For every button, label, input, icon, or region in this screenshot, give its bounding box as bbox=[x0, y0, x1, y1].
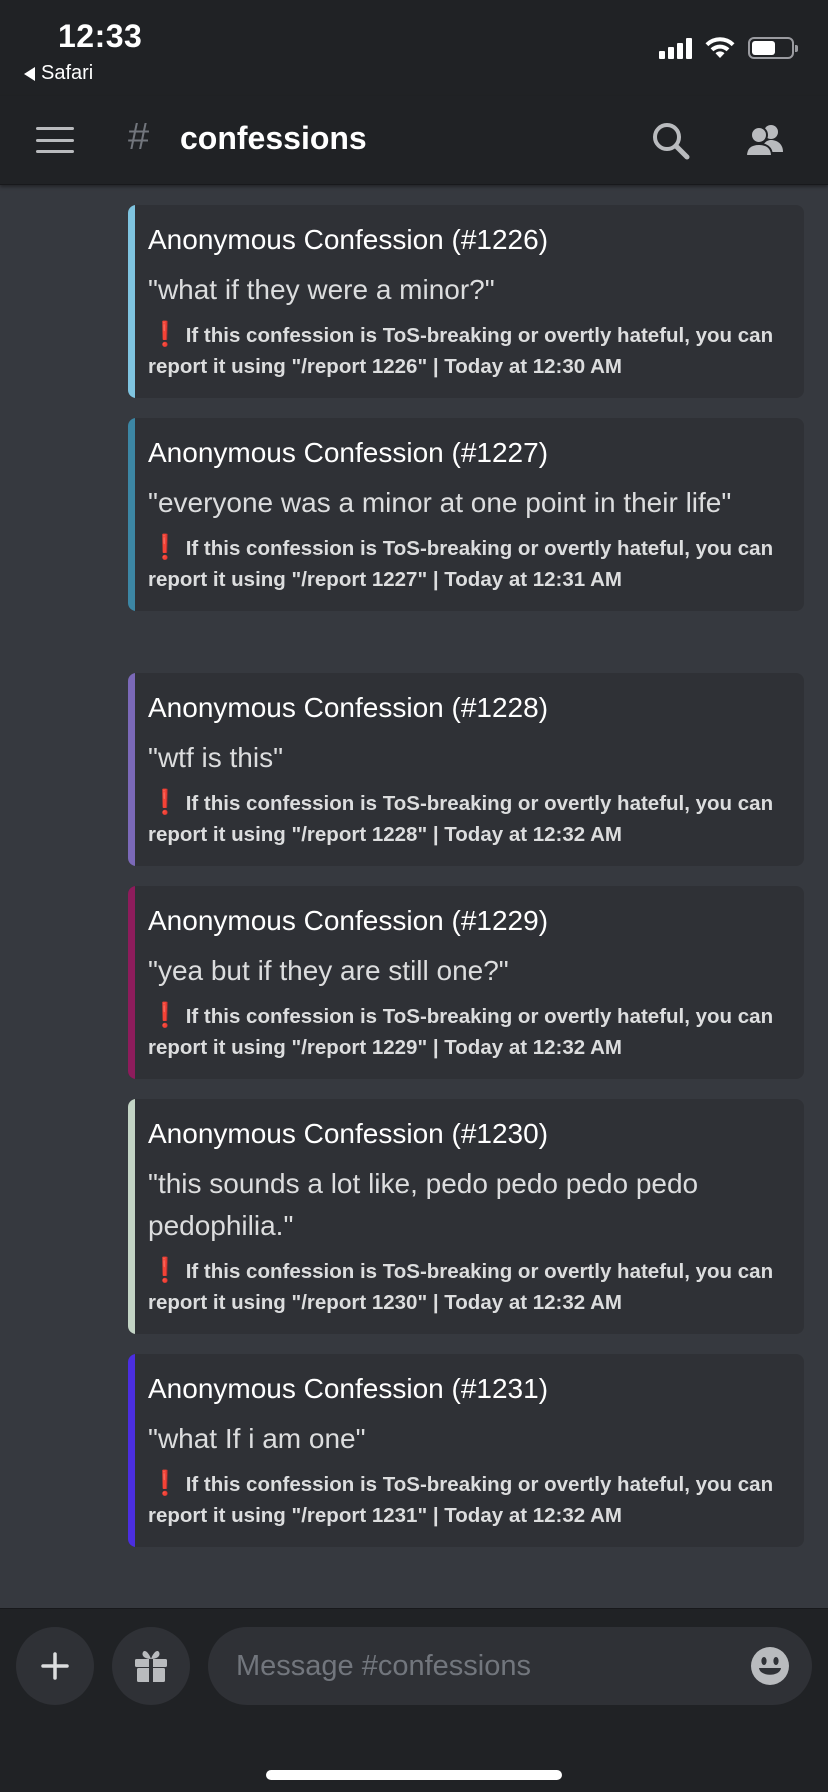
channel-header: # confessions bbox=[0, 96, 828, 185]
emoji-icon bbox=[751, 1647, 789, 1685]
cellular-signal-icon bbox=[659, 37, 692, 59]
warning-icon: ❗ bbox=[150, 1257, 180, 1284]
confession-embed: Anonymous Confession (#1231) "what If i … bbox=[128, 1354, 804, 1547]
confession-embed: Anonymous Confession (#1228) "wtf is thi… bbox=[128, 673, 804, 866]
embed-color-bar bbox=[128, 418, 135, 611]
warning-icon: ❗ bbox=[150, 1002, 180, 1029]
warning-icon: ❗ bbox=[150, 1470, 180, 1497]
embed-footer: ❗ If this confession is ToS-breaking or … bbox=[148, 319, 784, 382]
status-time: 12:33 bbox=[58, 18, 143, 54]
embed-color-bar bbox=[128, 673, 135, 866]
embed-text: "what if they were a minor?" bbox=[148, 274, 495, 305]
members-icon bbox=[744, 125, 783, 157]
message-composer: Message #confessions bbox=[0, 1608, 828, 1719]
embed-text: "yea but if they are still one?" bbox=[148, 955, 509, 986]
embed-footer: ❗ If this confession is ToS-breaking or … bbox=[148, 1000, 784, 1063]
back-app-label: Safari bbox=[41, 62, 94, 84]
message-input[interactable]: Message #confessions bbox=[208, 1627, 812, 1705]
embed-title: Anonymous Confession (#1230) bbox=[148, 1118, 549, 1149]
menu-icon[interactable] bbox=[36, 127, 74, 153]
embed-title: Anonymous Confession (#1231) bbox=[148, 1373, 549, 1404]
embed-text: "wtf is this" bbox=[148, 742, 284, 773]
search-button[interactable] bbox=[648, 118, 694, 164]
home-indicator[interactable] bbox=[266, 1770, 562, 1780]
embed-text: "everyone was a minor at one point in th… bbox=[148, 487, 732, 518]
embed-footer: ❗ If this confession is ToS-breaking or … bbox=[148, 532, 784, 595]
embed-color-bar bbox=[128, 1354, 135, 1547]
embed-footer-text: If this confession is ToS-breaking or ov… bbox=[148, 1473, 774, 1527]
status-icons bbox=[659, 36, 798, 60]
embed-text: "this sounds a lot like, pedo pedo pedo … bbox=[148, 1168, 699, 1241]
back-arrow-icon bbox=[24, 66, 35, 81]
confession-embed: Anonymous Confession (#1227) "everyone w… bbox=[128, 418, 804, 611]
embed-color-bar bbox=[128, 886, 135, 1079]
warning-icon: ❗ bbox=[150, 534, 180, 561]
confession-embed: Anonymous Confession (#1226) "what if th… bbox=[128, 205, 804, 398]
embed-title: Anonymous Confession (#1226) bbox=[148, 224, 549, 255]
embed-footer-text: If this confession is ToS-breaking or ov… bbox=[148, 324, 774, 378]
embed-footer: ❗ If this confession is ToS-breaking or … bbox=[148, 1255, 784, 1318]
channel-hash-icon: # bbox=[128, 116, 150, 158]
search-icon bbox=[653, 123, 690, 160]
gift-icon bbox=[135, 1650, 167, 1682]
message-input-placeholder: Message #confessions bbox=[236, 1649, 531, 1682]
status-bar: 12:33 Safari bbox=[0, 0, 828, 96]
back-to-app-link[interactable]: Safari bbox=[24, 62, 93, 85]
embed-footer-text: If this confession is ToS-breaking or ov… bbox=[148, 537, 774, 591]
embed-footer-text: If this confession is ToS-breaking or ov… bbox=[148, 792, 774, 846]
warning-icon: ❗ bbox=[150, 321, 180, 348]
embed-footer-text: If this confession is ToS-breaking or ov… bbox=[148, 1260, 774, 1314]
channel-name: confessions bbox=[180, 120, 367, 156]
plus-icon bbox=[41, 1652, 69, 1680]
embed-footer-text: If this confession is ToS-breaking or ov… bbox=[148, 1005, 774, 1059]
gift-button[interactable] bbox=[112, 1627, 190, 1705]
emoji-button[interactable] bbox=[750, 1646, 790, 1686]
home-indicator-area bbox=[0, 1718, 828, 1792]
embed-title: Anonymous Confession (#1227) bbox=[148, 437, 549, 468]
embed-color-bar bbox=[128, 205, 135, 398]
confession-embed: Anonymous Confession (#1229) "yea but if… bbox=[128, 886, 804, 1079]
members-button[interactable] bbox=[742, 118, 788, 164]
warning-icon: ❗ bbox=[150, 789, 180, 816]
app-screen: 12:33 Safari # confessions Anonymous Con… bbox=[0, 0, 828, 1792]
battery-icon bbox=[748, 37, 798, 59]
embed-color-bar bbox=[128, 1099, 135, 1334]
attach-button[interactable] bbox=[16, 1627, 94, 1705]
embed-footer: ❗ If this confession is ToS-breaking or … bbox=[148, 787, 784, 850]
embed-title: Anonymous Confession (#1228) bbox=[148, 692, 549, 723]
embed-footer: ❗ If this confession is ToS-breaking or … bbox=[148, 1468, 784, 1531]
embed-title: Anonymous Confession (#1229) bbox=[148, 905, 549, 936]
confession-embed: Anonymous Confession (#1230) "this sound… bbox=[128, 1099, 804, 1334]
message-list[interactable]: Anonymous Confession (#1226) "what if th… bbox=[0, 185, 828, 1605]
embed-text: "what If i am one" bbox=[148, 1423, 366, 1454]
wifi-icon bbox=[705, 37, 735, 58]
